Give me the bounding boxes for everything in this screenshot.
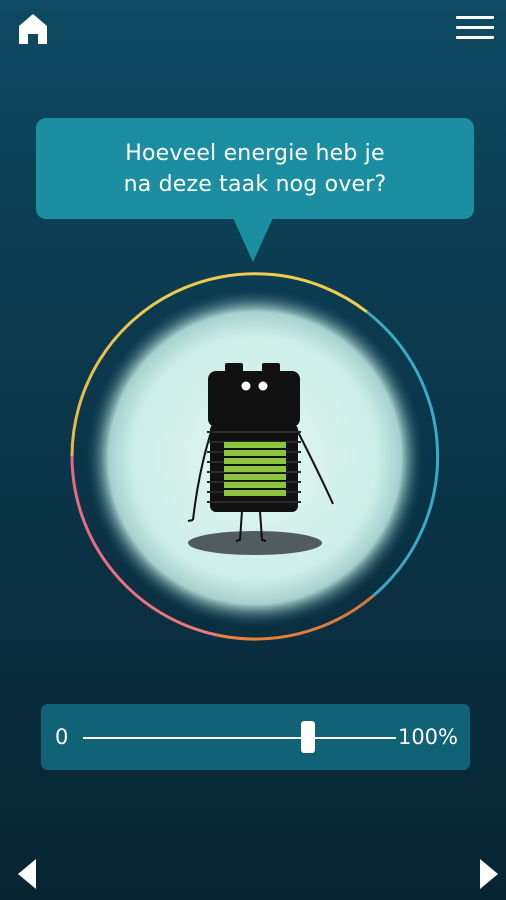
menu-button[interactable] — [456, 16, 494, 46]
slider-max-label: 100% — [397, 725, 458, 749]
energy-slider-panel: 0 100% — [41, 704, 470, 770]
bubble-tail — [233, 218, 273, 262]
arrow-left-icon — [18, 859, 36, 889]
battery-energy-level — [224, 442, 286, 496]
home-button[interactable] — [18, 13, 48, 45]
energy-slider-thumb[interactable] — [301, 721, 316, 753]
character-shadow — [188, 531, 322, 555]
energy-slider-track[interactable] — [83, 721, 396, 753]
right-eye — [258, 381, 268, 391]
question-text: Hoeveel energie heb je na deze taak nog … — [123, 140, 387, 197]
question-bubble: Hoeveel energie heb je na deze taak nog … — [36, 118, 474, 219]
slider-min-label: 0 — [55, 725, 69, 749]
home-icon — [19, 14, 47, 44]
hamburger-menu-icon — [456, 16, 494, 39]
energy-dial — [70, 272, 440, 641]
arrow-right-icon — [480, 859, 498, 889]
next-button[interactable] — [478, 857, 500, 891]
previous-button[interactable] — [16, 857, 38, 891]
left-eye — [241, 381, 251, 391]
